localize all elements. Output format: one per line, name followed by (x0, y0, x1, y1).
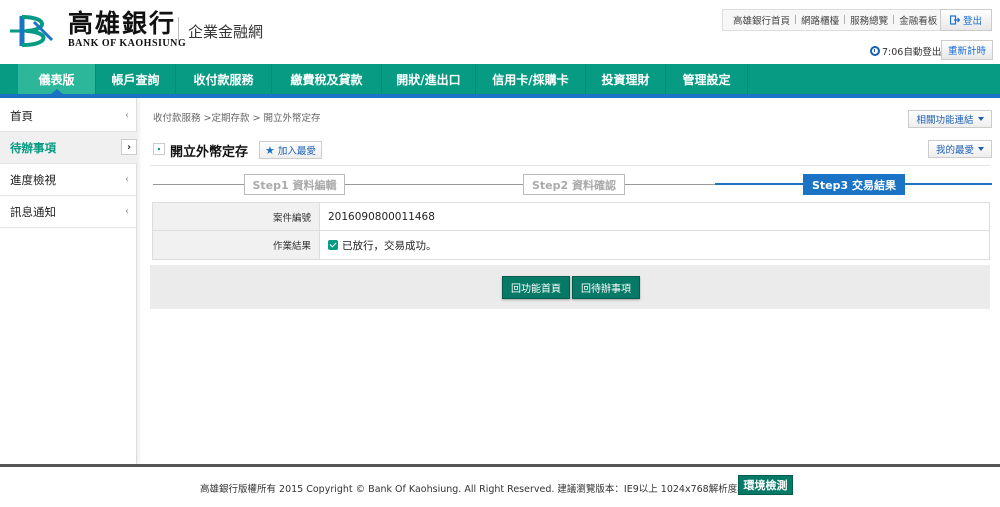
footer-divider (0, 464, 1000, 467)
portal-subtitle: 企業金融網 (188, 23, 264, 41)
nav-tab-trade[interactable]: 開狀/進出口 (382, 64, 476, 94)
add-favorite-button[interactable]: ★ 加入最愛 (259, 141, 322, 159)
my-favorites-label: 我的最愛 (935, 145, 974, 156)
logout-button[interactable]: 登出 (940, 9, 992, 31)
table-row: 作業結果 已放行，交易成功。 (153, 231, 989, 259)
star-icon: ★ (265, 143, 275, 157)
sidebar-item-label: 進度檢視 (10, 172, 56, 187)
reset-timer-button[interactable]: 重新計時 (941, 40, 993, 60)
sidebar-item-messages[interactable]: 訊息通知 ‹ (0, 196, 137, 228)
chevron-left-icon: ‹ (125, 110, 129, 121)
top-link-board[interactable]: 金融看板 (895, 13, 941, 27)
logout-label: 登出 (962, 16, 982, 27)
sidebar: 首頁 ‹ 待辦事項 › 進度檢視 ‹ 訊息通知 ‹ (0, 98, 137, 464)
title-bullet-icon (153, 143, 165, 155)
bank-name: 高雄銀行 BANK OF KAOHSIUNG (68, 9, 187, 50)
result-table: 案件編號 2016090800011468 作業結果 已放行，交易成功。 (152, 202, 990, 260)
chevron-left-icon: ‹ (125, 206, 129, 217)
back-to-todo-button[interactable]: 回待辦事項 (572, 276, 640, 299)
back-to-home-button[interactable]: 回功能首頁 (502, 276, 570, 299)
top-links: 高雄銀行首頁 | 網路櫃檯 | 服務總覽 | 金融看板 (722, 9, 949, 31)
session-timer-text: 7:06自動登出 (882, 47, 942, 58)
step-3: Step3 交易結果 (803, 174, 905, 195)
sidebar-item-todo[interactable]: 待辦事項 › (0, 132, 137, 164)
table-row: 案件編號 2016090800011468 (153, 203, 989, 231)
bank-name-cn: 高雄銀行 (68, 9, 177, 38)
nav-tab-dashboard[interactable]: 儀表版 (18, 64, 96, 95)
bank-logo-icon[interactable] (8, 12, 68, 50)
sidebar-item-label: 訊息通知 (10, 204, 56, 219)
step-2: Step2 資料確認 (523, 174, 625, 195)
case-number-label: 案件編號 (153, 203, 320, 230)
add-favorite-label: 加入最愛 (277, 146, 316, 157)
sidebar-item-label: 待辦事項 (10, 140, 56, 155)
my-favorites-dropdown[interactable]: 我的最愛 (928, 140, 992, 158)
check-icon (328, 240, 338, 250)
nav-tab-investment[interactable]: 投資理財 (586, 64, 666, 94)
top-link-home[interactable]: 高雄銀行首頁 (729, 13, 794, 27)
chevron-right-icon: › (121, 139, 137, 155)
step-1: Step1 資料編輯 (244, 174, 345, 195)
session-timer: 7:06自動登出 (870, 44, 941, 58)
clock-icon (870, 46, 880, 56)
top-link-services[interactable]: 服務總覽 (846, 13, 892, 27)
environment-check-button[interactable]: 環境檢測 (738, 475, 793, 495)
logo-divider (178, 17, 179, 45)
nav-tab-payments[interactable]: 收付款服務 (176, 64, 272, 94)
sidebar-item-progress[interactable]: 進度檢視 ‹ (0, 164, 137, 196)
footer-copyright: 高雄銀行版權所有 2015 Copyright © Bank Of Kaohsi… (200, 484, 757, 495)
top-link-counter[interactable]: 網路櫃檯 (797, 13, 843, 27)
sidebar-item-label: 首頁 (10, 108, 33, 123)
caret-down-icon (978, 147, 984, 151)
case-number-value: 2016090800011468 (328, 210, 435, 223)
nav-tab-taxes-loans[interactable]: 繳費稅及貸款 (272, 64, 382, 94)
breadcrumb: 收付款服務 >定期存款 > 開立外幣定存 (153, 113, 321, 124)
bank-name-en: BANK OF KAOHSIUNG (68, 38, 187, 49)
nav-tab-settings[interactable]: 管理設定 (666, 64, 748, 94)
related-links-label: 相關功能連結 (916, 115, 974, 126)
operation-result-value: 已放行，交易成功。 (342, 239, 437, 252)
sidebar-item-home[interactable]: 首頁 ‹ (0, 100, 137, 132)
chevron-left-icon: ‹ (125, 174, 129, 185)
caret-down-icon (977, 117, 984, 121)
nav-tab-accounts[interactable]: 帳戶查詢 (96, 64, 176, 94)
title-divider (150, 165, 990, 166)
related-links-dropdown[interactable]: 相關功能連結 (908, 110, 992, 128)
logout-icon (949, 15, 960, 25)
action-bar (150, 265, 990, 309)
operation-result-label: 作業結果 (153, 231, 320, 259)
nav-tab-cards[interactable]: 信用卡/採購卡 (476, 64, 586, 94)
page-title: 開立外幣定存 (170, 145, 249, 160)
nav-accent-strip (0, 94, 1000, 98)
step-progress-line-done (153, 184, 715, 185)
